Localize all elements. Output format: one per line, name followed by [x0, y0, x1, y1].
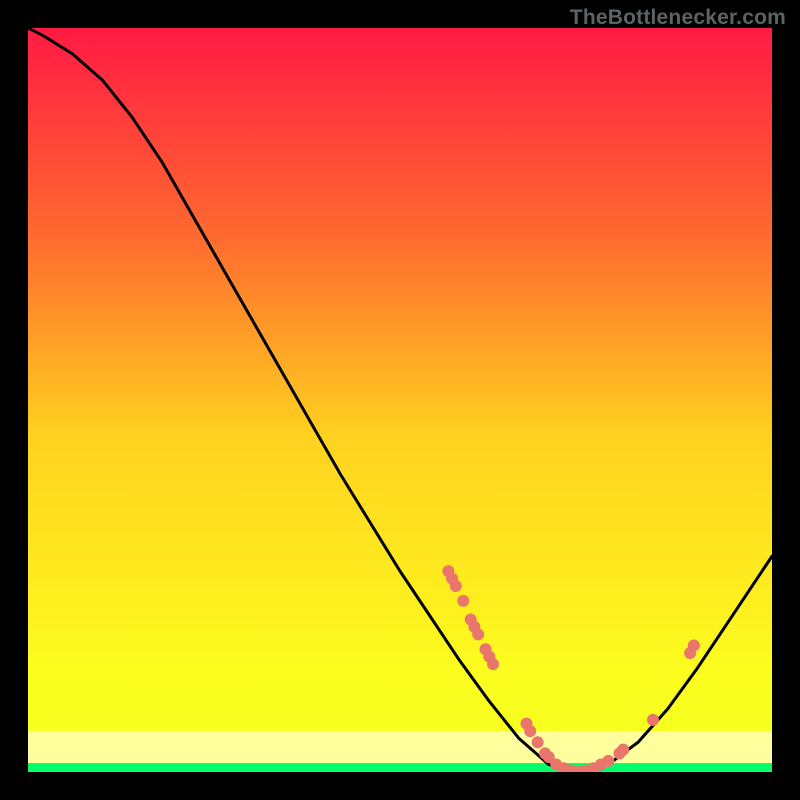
- bottom-green-line: [28, 763, 772, 772]
- chart-svg: [28, 28, 772, 772]
- curve-marker: [457, 595, 469, 607]
- curve-marker: [450, 580, 462, 592]
- curve-marker: [472, 628, 484, 640]
- curve-marker: [647, 714, 659, 726]
- attribution-label: TheBottlenecker.com: [570, 6, 786, 30]
- curve-marker: [617, 744, 629, 756]
- curve-marker: [487, 658, 499, 670]
- curve-marker: [688, 640, 700, 652]
- curve-marker: [524, 725, 536, 737]
- curve-marker: [602, 755, 614, 767]
- chart-frame: TheBottlenecker.com: [0, 0, 800, 800]
- chart-plot: [28, 28, 772, 772]
- gradient-bg: [28, 28, 772, 772]
- curve-marker: [532, 736, 544, 748]
